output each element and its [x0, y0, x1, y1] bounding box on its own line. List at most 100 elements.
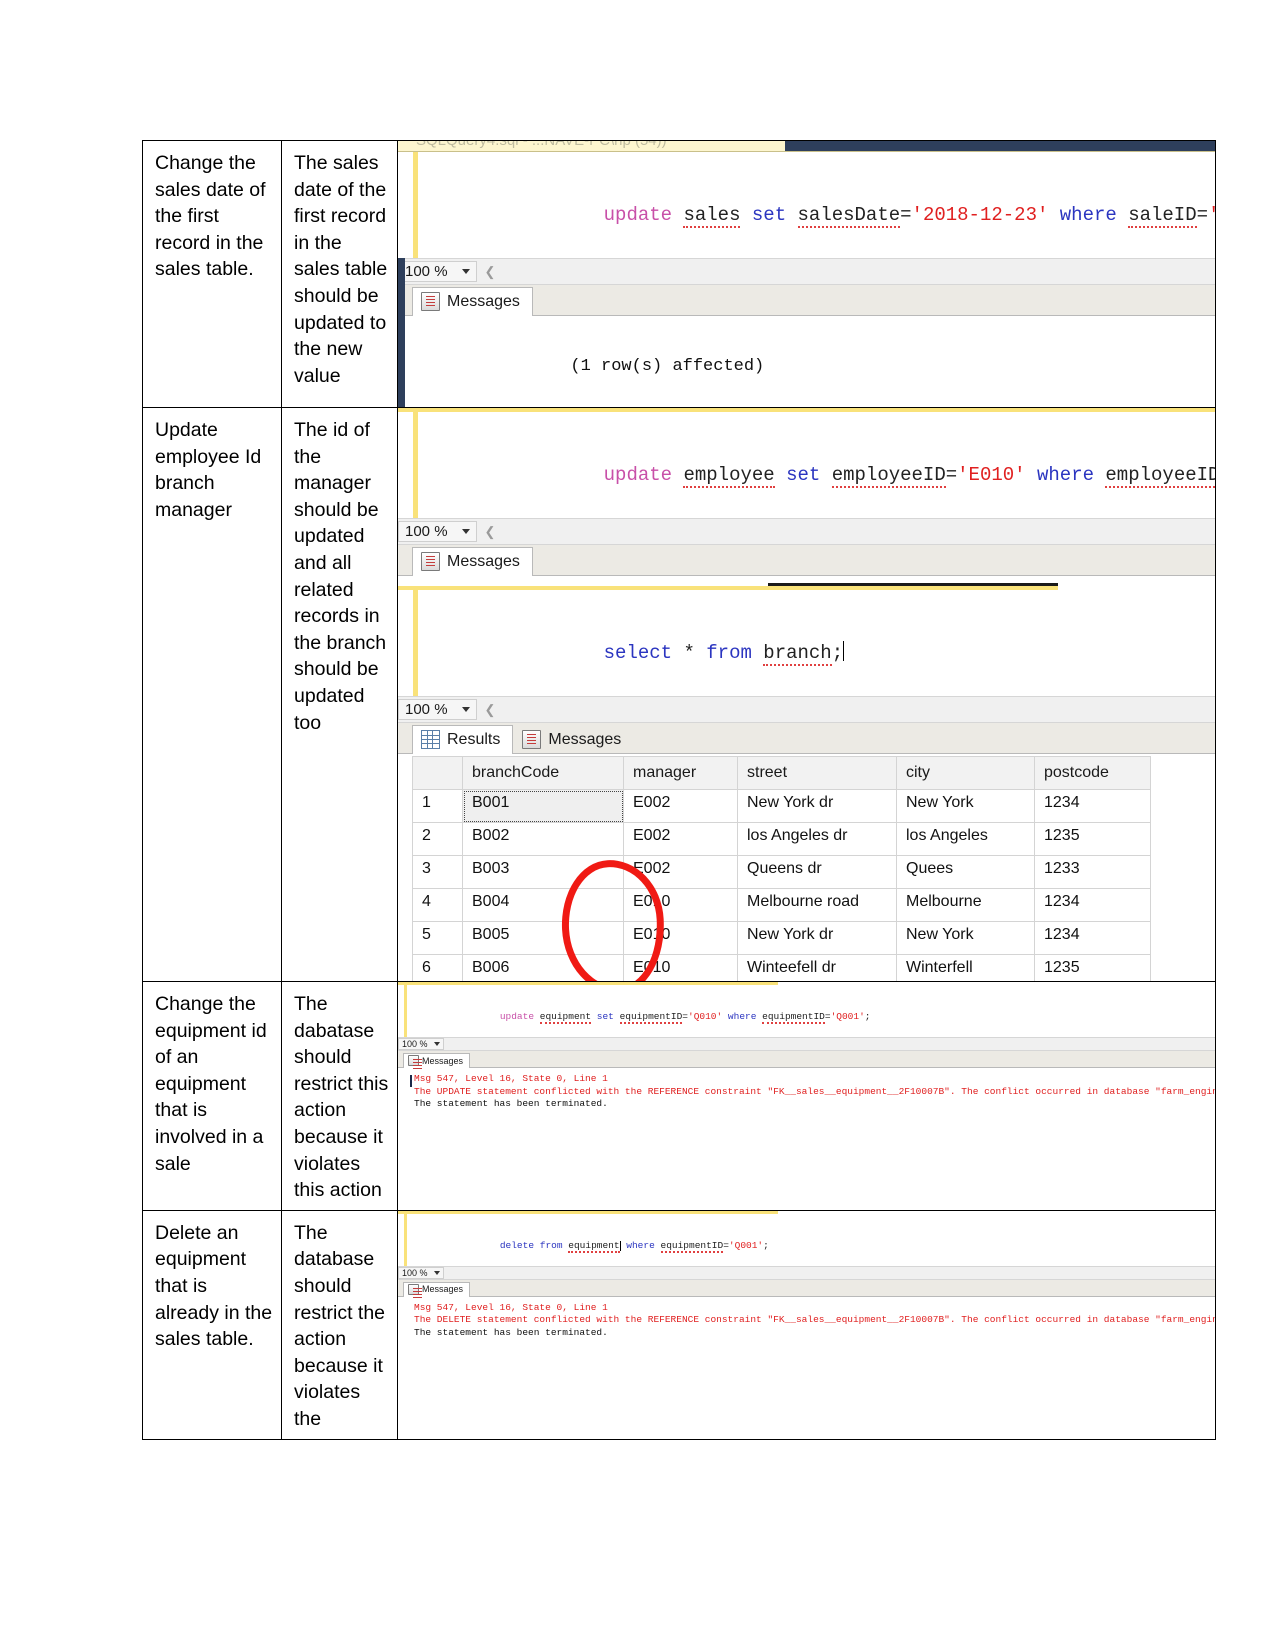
grid-cell-branchcode[interactable]: B004 — [462, 888, 624, 922]
sql-value-id: 'Q001' — [728, 1239, 764, 1251]
grid-header-manager[interactable]: manager — [623, 756, 738, 790]
chevron-down-icon[interactable] — [433, 1042, 440, 1046]
grid-cell-postcode[interactable]: 1233 — [1034, 855, 1151, 889]
zoom-bar-4[interactable]: 100 % — [398, 1037, 1215, 1051]
zoom-select[interactable]: 100 % — [398, 1266, 444, 1279]
chevron-down-icon[interactable] — [433, 1270, 440, 1275]
results-tabrow-3[interactable]: Results Messages — [398, 723, 1215, 754]
sql-editor-2: update employee set employeeID='E010' wh… — [398, 408, 1215, 518]
sql-code-line-1[interactable]: update sales set salesDate='2018-12-23' … — [398, 152, 1215, 258]
results-tabrow-5[interactable]: Messages — [398, 1279, 1215, 1297]
grid-cell-branchcode[interactable]: B003 — [462, 855, 624, 889]
grid-cell-city[interactable]: Melbourne — [896, 888, 1035, 922]
zoom-bar-2[interactable]: 100 % ❮ — [398, 518, 1215, 545]
grid-row[interactable]: 1 B001 E002 New York dr New York 1234 — [412, 789, 1151, 823]
grid-header-postcode[interactable]: postcode — [1034, 756, 1151, 790]
grid-cell-postcode[interactable]: 1235 — [1034, 954, 1151, 981]
grid-cell-postcode[interactable]: 1234 — [1034, 789, 1151, 823]
results-grid[interactable]: branchCode manager street city postcode … — [412, 756, 1151, 981]
error-line-3: The statement has been terminated. — [414, 1326, 608, 1338]
results-tabrow-1[interactable]: Messages — [398, 285, 1215, 316]
grid-cell-rownum: 2 — [412, 822, 463, 856]
sql-code-line-3[interactable]: select * from branch; — [398, 590, 1215, 696]
grid-cell-city[interactable]: Winterfell — [896, 954, 1035, 981]
grid-header-branchcode[interactable]: branchCode — [462, 756, 624, 790]
grid-cell-branchcode[interactable]: B001 — [462, 789, 624, 823]
chevron-down-icon[interactable] — [461, 269, 470, 274]
grid-cell-branchcode[interactable]: B006 — [462, 954, 624, 981]
grid-row[interactable]: 5 B005 E010 New York dr New York 1234 — [412, 921, 1151, 955]
grid-row[interactable]: 2 B002 E002 los Angeles dr los Angeles 1235 — [412, 822, 1151, 856]
tab-messages[interactable]: Messages — [412, 287, 533, 316]
grid-cell-manager[interactable]: E010 — [623, 954, 738, 981]
results-tabrow-2[interactable]: Messages — [398, 545, 1215, 576]
chevron-down-icon[interactable] — [461, 707, 470, 712]
sql-keyword-from: from — [539, 1239, 563, 1251]
tab-messages[interactable]: Messages — [412, 547, 533, 576]
messages-caret — [410, 1075, 412, 1087]
sql-keyword-select: select — [603, 642, 673, 664]
error-line-1: Msg 547, Level 16, State 0, Line 1 — [414, 1301, 608, 1313]
grid-row[interactable]: 3 B003 E002 Queens dr Quees 1233 — [412, 855, 1151, 889]
table-row: Change the equipment id of an equipment … — [142, 981, 1216, 1211]
grid-cell-rownum: 6 — [412, 954, 463, 981]
collapse-chevron-icon[interactable]: ❮ — [485, 524, 496, 540]
zoom-select[interactable]: 100 % — [398, 699, 477, 720]
expected-text: The dabatase should restrict this action… — [294, 993, 389, 1202]
grid-cell-manager[interactable]: E010 — [623, 888, 738, 922]
collapse-chevron-icon[interactable]: ❮ — [485, 702, 496, 718]
table-row: Update employee Id branch manager The id… — [142, 407, 1216, 982]
expected-cell: The database should restrict the action … — [281, 1209, 398, 1440]
zoom-bar-3[interactable]: 100 % ❮ — [398, 696, 1215, 723]
messages-pane-1: (1 row(s) affected) — [398, 316, 1215, 407]
zoom-select[interactable]: 100 % — [398, 521, 477, 542]
grid-cell-rownum: 1 — [412, 789, 463, 823]
grid-cell-street[interactable]: Queens dr — [737, 855, 897, 889]
sql-keyword-where: where — [727, 1011, 757, 1022]
grid-cell-postcode[interactable]: 1234 — [1034, 888, 1151, 922]
grid-cell-branchcode[interactable]: B002 — [462, 822, 624, 856]
grid-cell-postcode[interactable]: 1235 — [1034, 822, 1151, 856]
grid-cell-street[interactable]: New York dr — [737, 921, 897, 955]
tab-results[interactable]: Results — [412, 725, 514, 754]
grid-cell-manager[interactable]: E002 — [623, 822, 738, 856]
expected-text: The id of the manager should be updated … — [294, 419, 387, 734]
zoom-select[interactable]: 100 % — [398, 261, 477, 282]
grid-cell-city[interactable]: New York — [896, 789, 1035, 823]
editor-tabstrip[interactable]: SQLQuery4.sql - ...NAVE-PC\hp (54))* — [398, 141, 1215, 152]
sql-code-line-2[interactable]: update employee set employeeID='E010' wh… — [398, 412, 1215, 518]
tab-messages[interactable]: Messages — [403, 1281, 471, 1297]
grid-cell-street[interactable]: los Angeles dr — [737, 822, 897, 856]
tab-messages[interactable]: Messages — [403, 1053, 471, 1068]
grid-cell-postcode[interactable]: 1234 — [1034, 921, 1151, 955]
collapse-chevron-icon[interactable]: ❮ — [485, 264, 496, 280]
grid-cell-street[interactable]: Winteefell dr — [737, 954, 897, 981]
sql-code-line-5[interactable]: delete from equipment where equipmentID=… — [398, 1213, 1215, 1266]
grid-cell-city[interactable]: New York — [896, 921, 1035, 955]
grid-cell-manager[interactable]: E010 — [623, 921, 738, 955]
sql-code-line-4[interactable]: update equipment set equipmentID='Q010' … — [398, 985, 1215, 1037]
results-tabrow-4[interactable]: Messages — [398, 1051, 1215, 1068]
grid-cell-city[interactable]: los Angeles — [896, 822, 1035, 856]
sql-keyword-delete: delete — [499, 1239, 535, 1251]
chevron-down-icon[interactable] — [461, 529, 470, 534]
grid-cell-manager[interactable]: E002 — [623, 789, 738, 823]
grid-cell-street[interactable]: New York dr — [737, 789, 897, 823]
grid-cell-branchcode[interactable]: B005 — [462, 921, 624, 955]
grid-header-street[interactable]: street — [737, 756, 897, 790]
grid-row[interactable]: 4 B004 E010 Melbourne road Melbourne 1234 — [412, 888, 1151, 922]
sql-equals: = — [900, 204, 912, 226]
zoom-bar-1[interactable]: 100 % ❮ — [398, 258, 1215, 285]
zoom-select[interactable]: 100 % — [398, 1038, 444, 1050]
grid-cell-street[interactable]: Melbourne road — [737, 888, 897, 922]
grid-header-city[interactable]: city — [896, 756, 1035, 790]
sql-table-equipment: equipment — [568, 1239, 620, 1253]
editor-gutter-marker — [413, 412, 418, 518]
tab-messages[interactable]: Messages — [513, 725, 634, 754]
grid-cell-manager[interactable]: E002 — [623, 855, 738, 889]
results-grid-wrapper: branchCode manager street city postcode … — [398, 754, 1215, 981]
zoom-bar-5[interactable]: 100 % — [398, 1265, 1215, 1280]
grid-row[interactable]: 6 B006 E010 Winteefell dr Winterfell 1235 — [412, 954, 1151, 981]
grid-cell-city[interactable]: Quees — [896, 855, 1035, 889]
sql-value-new-id: 'Q010' — [688, 1011, 723, 1022]
